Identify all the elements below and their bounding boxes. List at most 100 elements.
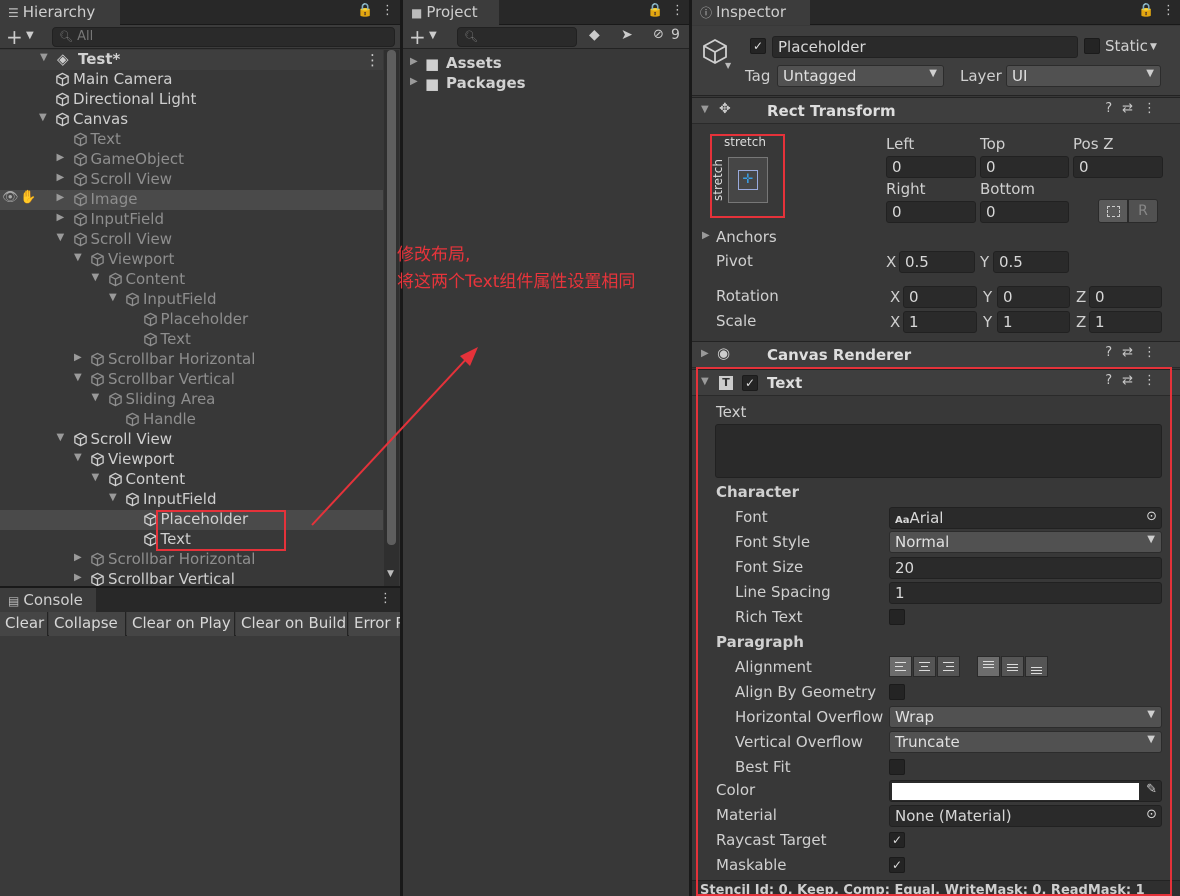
collapse-arrow-icon[interactable]: ▼ bbox=[701, 104, 709, 115]
blueprint-mode-button[interactable] bbox=[1098, 199, 1128, 223]
expand-arrow-icon[interactable]: ▶ bbox=[57, 152, 65, 163]
expand-arrow-icon[interactable]: ▶ bbox=[410, 56, 418, 67]
add-icon[interactable]: + bbox=[6, 25, 23, 49]
collapse-arrow-icon[interactable]: ▼ bbox=[57, 232, 65, 243]
expand-arrow-icon[interactable]: ▶ bbox=[57, 172, 65, 183]
project-search-input[interactable]: 🔍︎ bbox=[457, 27, 577, 47]
collapse-arrow-icon[interactable]: ▼ bbox=[40, 52, 48, 63]
collapse-arrow-icon[interactable]: ▼ bbox=[109, 492, 117, 503]
canvas-renderer-header[interactable]: ▶ ◉ Canvas Renderer ?⇄⋮ bbox=[692, 341, 1180, 368]
folder-row[interactable]: ▶ ■ Assets bbox=[403, 54, 689, 74]
hierarchy-item[interactable]: Main Camera bbox=[0, 70, 383, 90]
active-checkbox[interactable]: ✓ bbox=[750, 38, 766, 54]
inspector-tab[interactable]: ⓘ Inspector bbox=[692, 0, 810, 25]
hierarchy-item[interactable]: ▶ InputField bbox=[0, 210, 383, 230]
hierarchy-item[interactable]: ▼ Content bbox=[0, 270, 383, 290]
rotation-x-field[interactable]: 0 bbox=[903, 286, 977, 308]
static-checkbox[interactable] bbox=[1084, 38, 1100, 54]
scale-y-field[interactable]: 1 bbox=[997, 311, 1070, 333]
object-name-field[interactable]: Placeholder bbox=[772, 36, 1078, 58]
lock-icon[interactable]: 🔒 bbox=[647, 3, 663, 18]
hierarchy-item[interactable]: ▶ Scroll View bbox=[0, 170, 383, 190]
lock-icon[interactable]: 🔒 bbox=[1138, 3, 1154, 18]
left-field[interactable]: 0 bbox=[886, 156, 976, 178]
hierarchy-item[interactable]: ▼ InputField bbox=[0, 290, 383, 310]
visibility-eye-icon[interactable]: 👁 bbox=[2, 190, 19, 205]
lock-icon[interactable]: 🔒 bbox=[357, 3, 373, 18]
hierarchy-item[interactable]: Placeholder bbox=[0, 310, 383, 330]
collapse-arrow-icon[interactable]: ▼ bbox=[109, 292, 117, 303]
collapse-arrow-icon[interactable]: ▼ bbox=[92, 392, 100, 403]
kebab-menu-icon[interactable]: ⋮ bbox=[1162, 3, 1175, 18]
annotation-text: 修改布局, 将这两个Text组件属性设置相同 bbox=[397, 242, 635, 296]
right-field[interactable]: 0 bbox=[886, 201, 976, 223]
clear-on-build-button[interactable]: Clear on Build bbox=[236, 612, 348, 636]
error-pause-button[interactable]: Error P bbox=[349, 612, 400, 636]
hierarchy-tab[interactable]: ☰ Hierarchy bbox=[0, 0, 120, 25]
component-icons[interactable]: ?⇄⋮ bbox=[1105, 345, 1166, 360]
collapse-arrow-icon[interactable]: ▼ bbox=[74, 452, 82, 463]
collapse-arrow-icon[interactable]: ▼ bbox=[74, 372, 82, 383]
expand-arrow-icon[interactable]: ▶ bbox=[702, 230, 710, 241]
bottom-field[interactable]: 0 bbox=[980, 201, 1069, 223]
top-field[interactable]: 0 bbox=[980, 156, 1069, 178]
kebab-menu-icon[interactable]: ⋮ bbox=[379, 591, 392, 606]
rotation-z-field[interactable]: 0 bbox=[1089, 286, 1162, 308]
posz-field[interactable]: 0 bbox=[1073, 156, 1163, 178]
scene-row[interactable]: ▼ ◈ Test* ⋮ bbox=[0, 50, 383, 70]
anchors-label[interactable]: Anchors bbox=[716, 228, 777, 246]
collapse-arrow-icon[interactable]: ▼ bbox=[92, 272, 100, 283]
hierarchy-item[interactable]: Text bbox=[0, 130, 383, 150]
scale-x-field[interactable]: 1 bbox=[903, 311, 977, 333]
clear-on-play-button[interactable]: Clear on Play bbox=[127, 612, 235, 636]
kebab-menu-icon[interactable]: ⋮ bbox=[365, 51, 380, 69]
hierarchy-item[interactable]: ▶ Scrollbar Vertical bbox=[0, 570, 383, 586]
console-log-area[interactable] bbox=[0, 636, 400, 896]
hierarchy-item[interactable]: ▶ Image 👁 ✋ bbox=[0, 190, 383, 210]
collapse-arrow-icon[interactable]: ▼ bbox=[57, 432, 65, 443]
expand-arrow-icon[interactable]: ▶ bbox=[74, 352, 82, 363]
hierarchy-item[interactable]: ▼ Scroll View bbox=[0, 230, 383, 250]
filter-by-label-icon[interactable]: ➤ bbox=[621, 27, 633, 43]
raw-edit-button[interactable]: R bbox=[1128, 199, 1158, 223]
hierarchy-item[interactable]: ▼ Canvas bbox=[0, 110, 383, 130]
hierarchy-item[interactable]: ▼ Viewport bbox=[0, 250, 383, 270]
folder-row[interactable]: ▶ ■ Packages bbox=[403, 74, 689, 94]
expand-arrow-icon[interactable]: ▶ bbox=[410, 76, 418, 87]
rect-transform-header[interactable]: ▼ ✥ Rect Transform ?⇄⋮ bbox=[692, 97, 1180, 124]
collapse-arrow-icon[interactable]: ▼ bbox=[39, 112, 47, 123]
collapse-arrow-icon[interactable]: ▼ bbox=[74, 252, 82, 263]
scroll-down-icon[interactable]: ▼ bbox=[387, 569, 394, 579]
pivot-y-field[interactable]: 0.5 bbox=[993, 251, 1069, 273]
kebab-menu-icon[interactable]: ⋮ bbox=[381, 3, 394, 18]
hierarchy-search-input[interactable]: 🔍︎ All bbox=[52, 27, 395, 47]
add-icon[interactable]: + bbox=[409, 25, 426, 49]
chevron-down-icon[interactable]: ▼ bbox=[429, 30, 437, 41]
expand-arrow-icon[interactable]: ▶ bbox=[701, 348, 709, 359]
scale-z-field[interactable]: 1 bbox=[1089, 311, 1162, 333]
expand-arrow-icon[interactable]: ▶ bbox=[74, 572, 82, 583]
expand-arrow-icon[interactable]: ▶ bbox=[57, 212, 65, 223]
hidden-packages-icon[interactable]: ⊘ bbox=[653, 27, 664, 42]
tag-dropdown[interactable]: Untagged ▼ bbox=[777, 65, 944, 87]
hierarchy-item[interactable]: Directional Light bbox=[0, 90, 383, 110]
rotation-y-field[interactable]: 0 bbox=[997, 286, 1070, 308]
filter-by-type-icon[interactable]: ◆ bbox=[589, 27, 600, 43]
kebab-menu-icon[interactable]: ⋮ bbox=[671, 3, 684, 18]
expand-arrow-icon[interactable]: ▶ bbox=[74, 552, 82, 563]
chevron-down-icon[interactable]: ▼ bbox=[725, 61, 731, 70]
console-tab[interactable]: ▤ Console bbox=[0, 588, 96, 613]
collapse-button[interactable]: Collapse bbox=[49, 612, 126, 636]
hierarchy-item[interactable]: ▶ Scrollbar Horizontal bbox=[0, 550, 383, 570]
component-icons[interactable]: ?⇄⋮ bbox=[1105, 101, 1166, 116]
pickable-hand-icon[interactable]: ✋ bbox=[20, 190, 36, 205]
layer-dropdown[interactable]: UI ▼ bbox=[1006, 65, 1161, 87]
hierarchy-item[interactable]: ▶ GameObject bbox=[0, 150, 383, 170]
expand-arrow-icon[interactable]: ▶ bbox=[57, 192, 65, 203]
project-tab[interactable]: ■ Project bbox=[403, 0, 499, 25]
collapse-arrow-icon[interactable]: ▼ bbox=[92, 472, 100, 483]
chevron-down-icon[interactable]: ▼ bbox=[26, 30, 34, 41]
clear-button[interactable]: Clear bbox=[0, 612, 48, 636]
chevron-down-icon[interactable]: ▼ bbox=[1150, 42, 1157, 52]
pivot-x-field[interactable]: 0.5 bbox=[899, 251, 975, 273]
